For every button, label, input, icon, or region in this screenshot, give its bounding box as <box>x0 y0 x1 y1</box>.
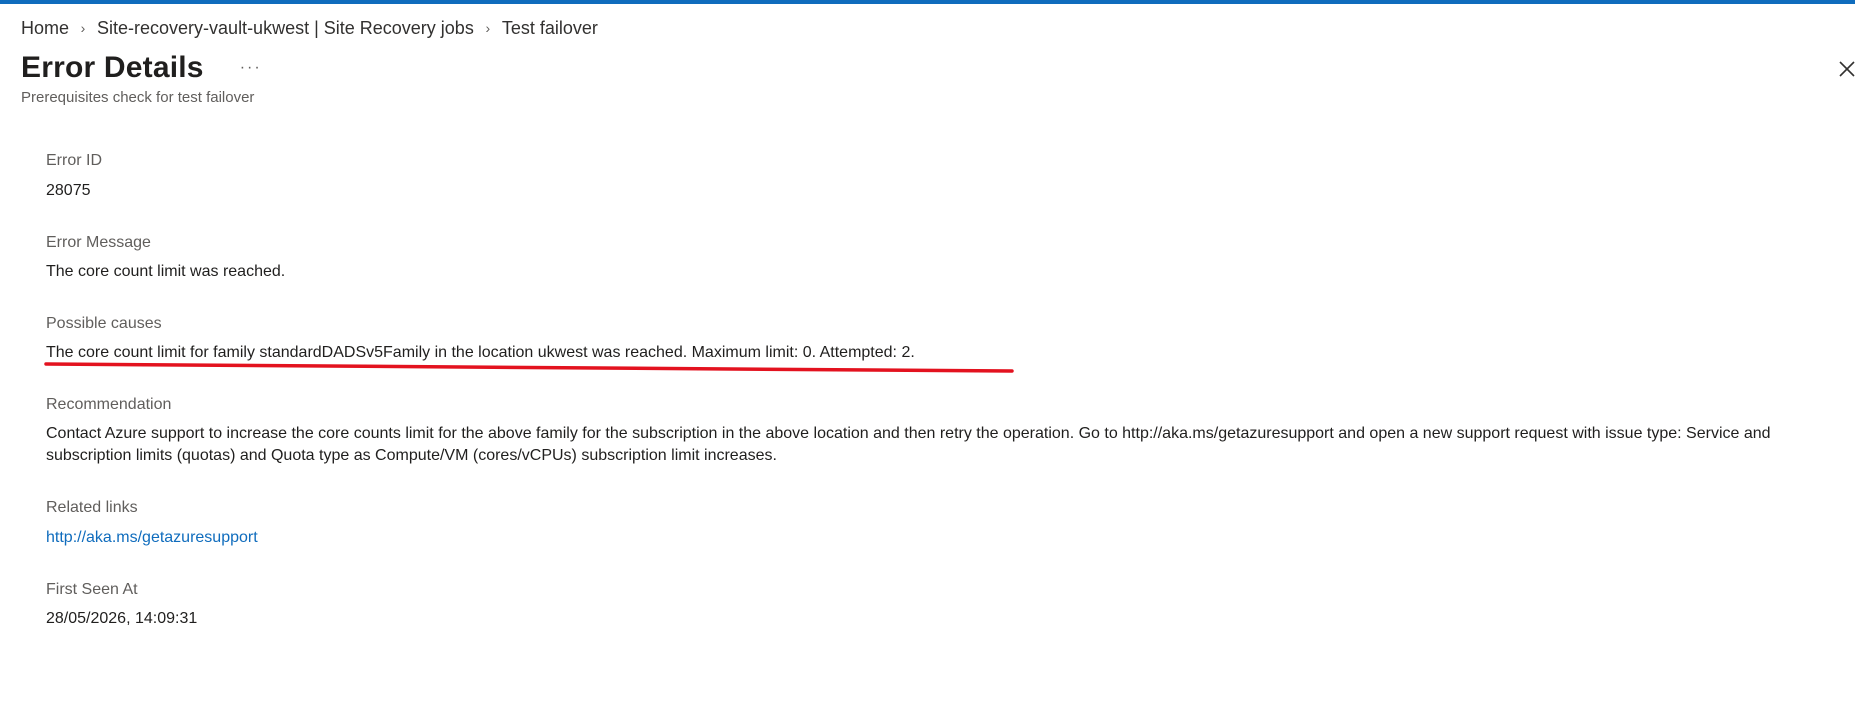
close-button[interactable] <box>1836 58 1855 80</box>
possible-causes-value: The core count limit for family standard… <box>46 344 915 361</box>
more-options-button[interactable]: ··· <box>234 57 268 79</box>
chevron-right-icon: › <box>485 20 491 36</box>
page-title: Error Details <box>21 51 204 84</box>
first-seen-at-label: First Seen At <box>46 581 138 598</box>
first-seen-at-value: 28/05/2026, 14:09:31 <box>46 610 198 627</box>
page-subtitle: Prerequisites check for test failover <box>21 89 255 106</box>
error-message-value: The core count limit was reached. <box>46 263 286 280</box>
error-id-value: 28075 <box>46 182 91 199</box>
error-message-label: Error Message <box>46 234 151 251</box>
close-icon <box>1839 61 1855 77</box>
related-links-value: http://aka.ms/getazuresupport <box>46 529 258 547</box>
red-underline-annotation <box>44 362 1014 373</box>
getazuresupport-link[interactable]: http://aka.ms/getazuresupport <box>46 529 258 546</box>
breadcrumb-vault-jobs[interactable]: Site-recovery-vault-ukwest | Site Recove… <box>97 18 474 39</box>
breadcrumb-test-failover[interactable]: Test failover <box>502 18 598 39</box>
possible-causes-label: Possible causes <box>46 315 162 332</box>
breadcrumb-home[interactable]: Home <box>21 18 69 39</box>
breadcrumb: Home › Site-recovery-vault-ukwest | Site… <box>21 16 598 40</box>
recommendation-value: Contact Azure support to increase the co… <box>46 425 1771 464</box>
related-links-label: Related links <box>46 499 138 516</box>
title-row: Error Details ··· <box>21 48 268 88</box>
recommendation-label: Recommendation <box>46 396 172 413</box>
chevron-right-icon: › <box>80 20 86 36</box>
error-id-label: Error ID <box>46 152 102 169</box>
top-accent-bar <box>0 0 1855 4</box>
